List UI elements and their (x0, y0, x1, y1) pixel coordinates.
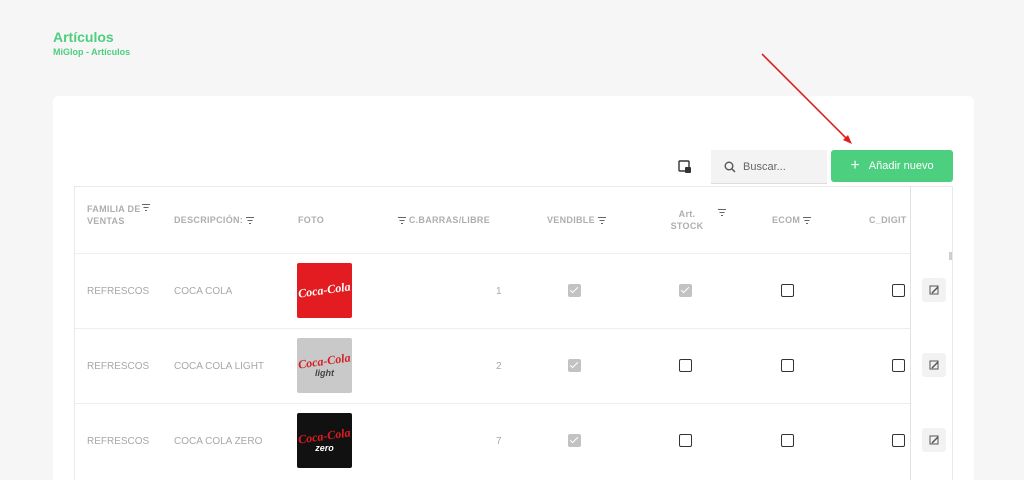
plus-icon: + (850, 157, 860, 174)
header-descripcion[interactable]: DESCRIPCIÓN: (174, 214, 254, 226)
vendible-checkbox[interactable] (568, 284, 581, 297)
product-photo: Coca-Cola light (297, 338, 352, 393)
cdigit-checkbox[interactable] (892, 434, 905, 447)
stock-checkbox[interactable] (679, 434, 692, 447)
header-cdigit[interactable]: C_DIGIT (869, 214, 907, 226)
header-stock[interactable]: Art. STOCK (667, 208, 707, 232)
product-logo: Coca-Cola (297, 279, 352, 301)
sticky-column-divider (910, 186, 911, 480)
edit-button[interactable] (922, 353, 946, 377)
ecom-checkbox[interactable] (781, 434, 794, 447)
table-row[interactable]: REFRESCOS COCA COLA LIGHT Coca-Cola ligh… (75, 328, 911, 403)
vendible-checkbox[interactable] (568, 359, 581, 372)
product-photo: Coca-Cola (297, 263, 352, 318)
page-title: Artículos (53, 29, 114, 45)
header-familia[interactable]: FAMILIA DE VENTAS (87, 203, 147, 227)
cdigit-checkbox[interactable] (892, 284, 905, 297)
cell-codigo: 7 (496, 436, 502, 447)
ecom-checkbox[interactable] (781, 284, 794, 297)
articles-table: FAMILIA DE VENTAS DESCRIPCIÓN: FOTO C.BA… (74, 186, 953, 480)
stock-checkbox[interactable] (679, 284, 692, 297)
search-icon (724, 161, 736, 173)
search-input[interactable] (743, 160, 823, 173)
cell-familia: REFRESCOS (87, 436, 150, 447)
product-photo: Coca-Cola zero (297, 413, 352, 468)
cell-codigo: 1 (496, 286, 502, 297)
filter-icon[interactable] (803, 217, 811, 224)
breadcrumb[interactable]: MiGlop - Artículos (53, 47, 130, 57)
cell-familia: REFRESCOS (87, 286, 150, 297)
search-box[interactable] (711, 150, 827, 184)
edit-button[interactable] (922, 428, 946, 452)
vendible-checkbox[interactable] (568, 434, 581, 447)
header-cbarras[interactable]: C.BARRAS/LIBRE (398, 214, 490, 226)
product-logo: Coca-Cola (297, 349, 352, 372)
filter-icon[interactable] (246, 217, 254, 224)
table-row[interactable]: REFRESCOS COCA COLA Coca-Cola 1 (75, 253, 911, 328)
filter-icon[interactable] (398, 217, 406, 224)
cell-descripcion: COCA COLA ZERO (174, 436, 263, 447)
ecom-checkbox[interactable] (781, 359, 794, 372)
filter-icon[interactable] (142, 204, 150, 211)
header-foto[interactable]: FOTO (298, 214, 324, 226)
scrollbar-thumb[interactable] (949, 252, 952, 260)
edit-icon (929, 285, 939, 294)
header-vendible[interactable]: VENDIBLE (547, 214, 606, 226)
header-ecom[interactable]: ECOM (772, 214, 811, 226)
stock-checkbox[interactable] (679, 359, 692, 372)
cell-familia: REFRESCOS (87, 361, 150, 372)
columns-icon[interactable] (678, 160, 692, 174)
edit-button[interactable] (922, 278, 946, 302)
edit-icon (929, 360, 939, 369)
add-new-button[interactable]: + Añadir nuevo (831, 150, 953, 182)
cell-descripcion: COCA COLA LIGHT (174, 361, 265, 372)
filter-icon[interactable] (598, 217, 606, 224)
edit-icon (929, 435, 939, 444)
product-logo: Coca-Cola (297, 424, 352, 447)
cdigit-checkbox[interactable] (892, 359, 905, 372)
cell-codigo: 2 (496, 361, 502, 372)
cell-descripcion: COCA COLA (174, 286, 233, 297)
add-new-label: Añadir nuevo (868, 160, 934, 172)
filter-icon[interactable] (718, 209, 726, 216)
table-row[interactable]: REFRESCOS COCA COLA ZERO Coca-Cola zero … (75, 403, 911, 478)
